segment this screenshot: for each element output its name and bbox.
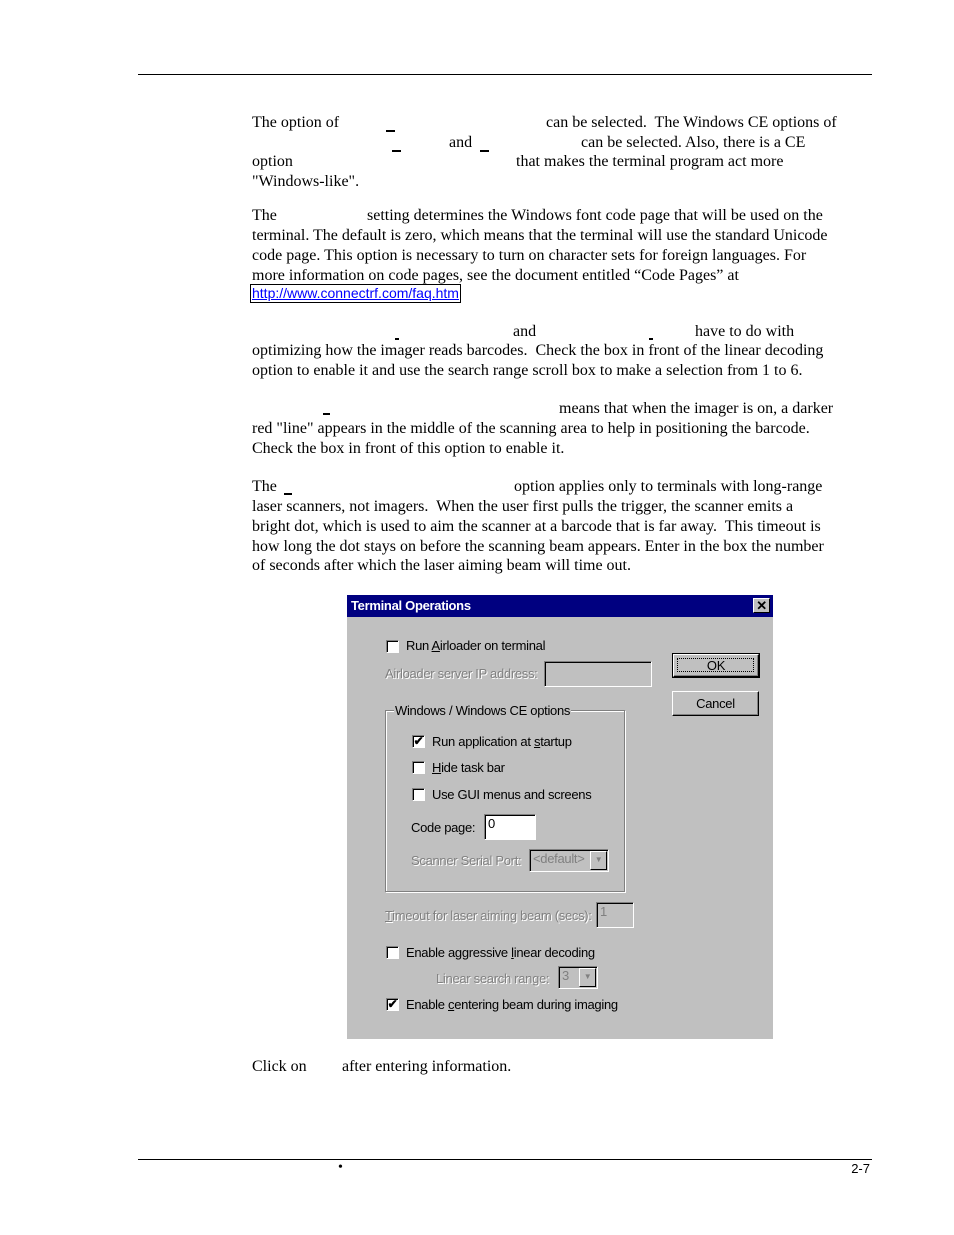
underline-mark <box>649 338 653 340</box>
text: The <box>252 478 277 495</box>
underline-mark <box>480 150 489 152</box>
text: option <box>252 153 293 170</box>
check-icon: ✔ <box>387 997 398 1011</box>
text: more information on code pages, see the … <box>252 267 739 284</box>
text: code page. This option is necessary to t… <box>252 247 807 264</box>
dropdown-arrow-icon[interactable]: ▼ <box>590 851 607 870</box>
text: The option of <box>252 114 340 131</box>
dialog-title: Terminal Operations <box>351 598 471 613</box>
centering-beam-label: Enable centering beam during imaging <box>406 997 618 1012</box>
run-airloader-checkbox[interactable] <box>386 640 399 653</box>
text: setting determines the Windows font code… <box>367 207 823 224</box>
text: how long the dot stays on before the sca… <box>252 538 824 555</box>
ok-button[interactable]: OK <box>672 653 760 678</box>
centering-beam-checkbox[interactable]: ✔ <box>386 998 399 1011</box>
text: optimizing how the imager reads barcodes… <box>252 342 824 359</box>
dialog-titlebar: Terminal Operations ✕ <box>347 595 773 617</box>
code-page-label: Code page: <box>411 820 476 835</box>
text: option to enable it and use the search r… <box>252 362 803 379</box>
search-range-label: Linear search range: <box>436 971 550 986</box>
text: "Windows-like". <box>252 173 360 190</box>
underline-mark <box>392 150 401 152</box>
search-range-select[interactable]: 3 ▼ <box>558 966 598 989</box>
text: can be selected. The Windows CE options … <box>546 114 837 131</box>
underline-mark <box>395 338 399 340</box>
run-app-startup-checkbox[interactable]: ✔ <box>412 735 425 748</box>
use-gui-checkbox[interactable] <box>412 788 425 801</box>
underline-mark <box>284 493 292 495</box>
run-app-startup-label: Run application at startup <box>432 734 572 749</box>
text: and <box>513 323 537 340</box>
footer-bullet: • <box>338 1160 343 1175</box>
scanner-port-label: Scanner Serial Port: <box>411 853 522 868</box>
text: and <box>449 134 473 151</box>
underline-mark <box>323 413 330 415</box>
page-number: 2-7 <box>851 1161 870 1176</box>
scanner-port-select[interactable]: <default> ▼ <box>529 849 609 872</box>
text: bright dot, which is used to aim the sca… <box>252 518 821 535</box>
aggressive-decoding-label: Enable aggressive linear decoding <box>406 945 595 960</box>
text: after entering information. <box>342 1058 512 1075</box>
cancel-button[interactable]: Cancel <box>672 691 759 716</box>
use-gui-label: Use GUI menus and screens <box>432 787 592 802</box>
timeout-label: Timeout for laser aiming beam (secs): <box>385 908 592 923</box>
hide-taskbar-checkbox[interactable] <box>412 761 425 774</box>
focus-ring <box>677 658 754 672</box>
text: of seconds after which the laser aiming … <box>252 557 631 574</box>
timeout-input[interactable]: 1 <box>596 902 634 928</box>
close-button[interactable]: ✕ <box>753 598 770 613</box>
header-rule <box>138 74 872 75</box>
text: terminal. The default is zero, which mea… <box>252 227 828 244</box>
text: Check the box in front of this option to… <box>252 440 565 457</box>
code-page-input[interactable]: 0 <box>484 814 536 840</box>
text: can be selected. Also, there is a CE <box>581 134 806 151</box>
footer-rule <box>138 1159 872 1160</box>
hide-taskbar-label: Hide task bar <box>432 760 505 775</box>
faq-link[interactable]: http://www.connectrf.com/faq.htm <box>250 284 461 303</box>
airloader-ip-field[interactable] <box>544 661 652 687</box>
text: red "line" appears in the middle of the … <box>252 420 810 437</box>
text: Click on <box>252 1058 307 1075</box>
airloader-ip-label: Airloader server IP address: <box>385 666 538 681</box>
dropdown-arrow-icon[interactable]: ▼ <box>579 968 596 987</box>
terminal-operations-dialog: Terminal Operations ✕ Run Airloader on t… <box>347 595 773 1039</box>
text: The <box>252 207 277 224</box>
text: means that when the imager is on, a dark… <box>559 400 834 417</box>
aggressive-decoding-checkbox[interactable] <box>386 946 399 959</box>
text: that makes the terminal program act more <box>516 153 784 170</box>
check-icon: ✔ <box>413 734 424 748</box>
close-icon: ✕ <box>756 598 767 613</box>
text: option applies only to terminals with lo… <box>514 478 823 495</box>
text: laser scanners, not imagers. When the us… <box>252 498 794 515</box>
underline-mark <box>386 130 395 132</box>
run-airloader-label: Run Airloader on terminal <box>406 638 546 653</box>
group-title: Windows / Windows CE options <box>394 703 572 718</box>
text: have to do with <box>695 323 795 340</box>
